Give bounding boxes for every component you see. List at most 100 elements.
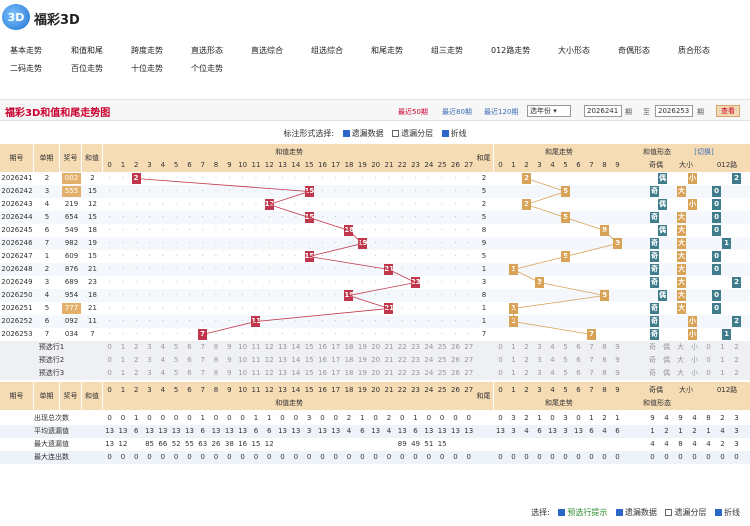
predict-sum-cell[interactable]: 6 <box>183 354 196 367</box>
predict-sum-cell[interactable]: 4 <box>156 354 169 367</box>
link-recent-80[interactable]: 最近80期 <box>442 107 472 117</box>
nav-item-12[interactable]: 质合形态 <box>678 40 710 62</box>
predict-tail-cell[interactable]: 9 <box>611 367 624 380</box>
predict-shape-cell[interactable]: 0 <box>702 367 715 380</box>
predict-shape-cell[interactable]: 大 <box>674 341 687 354</box>
predict-shape-cell[interactable]: 小 <box>688 341 701 354</box>
predict-shape-cell[interactable]: 2 <box>730 354 743 367</box>
nav-sub-item-1[interactable]: 二码走势 <box>10 58 42 80</box>
predict-sum-cell[interactable]: 11 <box>249 367 262 380</box>
predict-tail-cell[interactable]: 3 <box>533 367 546 380</box>
predict-sum-cell[interactable]: 4 <box>156 367 169 380</box>
predict-sum-cell[interactable]: 14 <box>289 341 302 354</box>
predict-sum-cell[interactable]: 15 <box>303 341 316 354</box>
nav-item-6[interactable]: 组选综合 <box>311 40 343 62</box>
predict-sum-cell[interactable]: 19 <box>356 341 369 354</box>
checkbox-polyline[interactable] <box>441 129 449 137</box>
predict-sum-cell[interactable]: 10 <box>236 354 249 367</box>
predict-sum-cell[interactable]: 11 <box>249 341 262 354</box>
predict-tail-cell[interactable]: 6 <box>572 341 585 354</box>
predict-sum-cell[interactable]: 14 <box>289 354 302 367</box>
predict-sum-cell[interactable]: 3 <box>143 367 156 380</box>
predict-sum-cell[interactable]: 24 <box>422 341 435 354</box>
predict-sum-cell[interactable]: 19 <box>356 367 369 380</box>
predict-sum-cell[interactable]: 18 <box>342 367 355 380</box>
predict-shape-cell[interactable]: 1 <box>716 354 729 367</box>
predict-sum-cell[interactable]: 27 <box>462 367 475 380</box>
predict-sum-cell[interactable]: 0 <box>103 341 116 354</box>
predict-tail-cell[interactable]: 9 <box>611 341 624 354</box>
predict-shape-cell[interactable]: 偶 <box>660 367 673 380</box>
predict-tail-cell[interactable]: 6 <box>572 354 585 367</box>
predict-sum-cell[interactable]: 14 <box>289 367 302 380</box>
predict-tail-cell[interactable]: 2 <box>520 367 533 380</box>
predict-tail-cell[interactable]: 8 <box>598 354 611 367</box>
predict-sum-cell[interactable]: 19 <box>356 354 369 367</box>
predict-sum-cell[interactable]: 22 <box>396 367 409 380</box>
predict-shape-cell[interactable]: 奇 <box>646 367 659 380</box>
predict-tail-cell[interactable]: 0 <box>494 341 507 354</box>
predict-sum-cell[interactable]: 12 <box>263 367 276 380</box>
predict-sum-cell[interactable]: 1 <box>116 367 129 380</box>
predict-sum-cell[interactable]: 12 <box>263 341 276 354</box>
predict-sum-cell[interactable]: 9 <box>223 341 236 354</box>
predict-tail-cell[interactable]: 4 <box>546 341 559 354</box>
predict-shape-cell[interactable]: 1 <box>716 341 729 354</box>
checkbox-footer-polyline[interactable] <box>715 508 722 516</box>
predict-tail-cell[interactable]: 2 <box>520 341 533 354</box>
predict-tail-cell[interactable]: 3 <box>533 341 546 354</box>
predict-shape-cell[interactable]: 大 <box>674 367 687 380</box>
predict-tail-cell[interactable]: 7 <box>585 354 598 367</box>
predict-sum-cell[interactable]: 27 <box>462 354 475 367</box>
predict-sum-cell[interactable]: 17 <box>329 367 342 380</box>
predict-sum-cell[interactable]: 9 <box>223 367 236 380</box>
predict-shape-cell[interactable]: 0 <box>702 354 715 367</box>
predict-sum-cell[interactable]: 8 <box>209 354 222 367</box>
predict-sum-cell[interactable]: 10 <box>236 367 249 380</box>
predict-tail-cell[interactable]: 5 <box>559 354 572 367</box>
predict-sum-cell[interactable]: 25 <box>436 354 449 367</box>
predict-shape-cell[interactable]: 2 <box>730 341 743 354</box>
predict-tail-cell[interactable]: 1 <box>507 341 520 354</box>
predict-tail-cell[interactable]: 6 <box>572 367 585 380</box>
nav-sub-item-2[interactable]: 百位走势 <box>71 58 103 80</box>
predict-sum-cell[interactable]: 27 <box>462 341 475 354</box>
checkbox-footer-miss-layer[interactable] <box>665 508 673 516</box>
predict-sum-cell[interactable]: 13 <box>276 367 289 380</box>
predict-sum-cell[interactable]: 3 <box>143 354 156 367</box>
predict-sum-cell[interactable]: 0 <box>103 367 116 380</box>
predict-shape-cell[interactable]: 1 <box>716 367 729 380</box>
link-recent-50[interactable]: 最近50期 <box>398 107 428 117</box>
checkbox-predict-tip[interactable] <box>558 508 566 516</box>
predict-sum-cell[interactable]: 23 <box>409 367 422 380</box>
predict-shape-cell[interactable]: 偶 <box>660 341 673 354</box>
switch-link[interactable]: [切换] <box>690 147 718 157</box>
predict-sum-cell[interactable]: 5 <box>170 367 183 380</box>
predict-sum-cell[interactable]: 15 <box>303 367 316 380</box>
nav-item-8[interactable]: 组三走势 <box>431 40 463 62</box>
predict-sum-cell[interactable]: 18 <box>342 354 355 367</box>
predict-sum-cell[interactable]: 15 <box>303 354 316 367</box>
predict-tail-cell[interactable]: 4 <box>546 354 559 367</box>
nav-item-9[interactable]: 012路走势 <box>491 40 530 62</box>
predict-sum-cell[interactable]: 11 <box>249 354 262 367</box>
nav-item-5[interactable]: 直选综合 <box>251 40 283 62</box>
checkbox-miss-data[interactable] <box>342 129 350 137</box>
predict-sum-cell[interactable]: 7 <box>196 341 209 354</box>
predict-sum-cell[interactable]: 5 <box>170 354 183 367</box>
predict-shape-cell[interactable]: 大 <box>674 354 687 367</box>
predict-sum-cell[interactable]: 16 <box>316 341 329 354</box>
predict-sum-cell[interactable]: 17 <box>329 341 342 354</box>
predict-sum-cell[interactable]: 21 <box>382 341 395 354</box>
predict-shape-cell[interactable]: 0 <box>702 341 715 354</box>
predict-sum-cell[interactable]: 26 <box>449 367 462 380</box>
checkbox-miss-layer[interactable] <box>392 129 400 137</box>
predict-shape-cell[interactable]: 小 <box>688 354 701 367</box>
nav-item-7[interactable]: 和尾走势 <box>371 40 403 62</box>
predict-shape-cell[interactable]: 奇 <box>646 354 659 367</box>
predict-shape-cell[interactable]: 奇 <box>646 341 659 354</box>
predict-sum-cell[interactable]: 1 <box>116 354 129 367</box>
predict-sum-cell[interactable]: 6 <box>183 367 196 380</box>
predict-sum-cell[interactable]: 20 <box>369 367 382 380</box>
predict-sum-cell[interactable]: 12 <box>263 354 276 367</box>
